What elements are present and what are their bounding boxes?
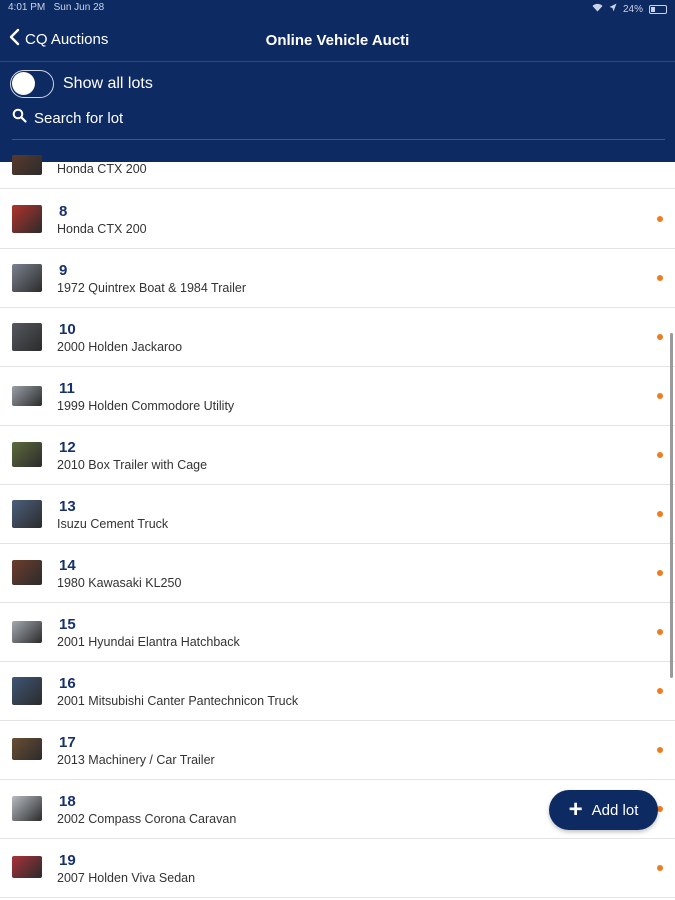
status-dot: [657, 275, 663, 281]
status-dot: [657, 393, 663, 399]
header-divider: [0, 61, 675, 62]
lot-row[interactable]: 17 2013 Machinery / Car Trailer: [0, 721, 675, 780]
lot-row[interactable]: 10 2000 Holden Jackaroo: [0, 308, 675, 367]
lot-thumbnail: [12, 442, 42, 467]
lot-title: Honda CTX 200: [57, 222, 147, 236]
lot-title: 1999 Holden Commodore Utility: [57, 399, 235, 413]
lot-thumbnail: [12, 323, 42, 351]
add-lot-button[interactable]: + Add lot: [549, 790, 658, 830]
lot-number: 18: [59, 793, 76, 810]
show-all-lots-row: Show all lots: [10, 70, 153, 98]
lot-row[interactable]: 13 Isuzu Cement Truck: [0, 485, 675, 544]
lot-title: 2000 Holden Jackaroo: [57, 340, 183, 354]
status-dot: [657, 747, 663, 753]
lot-thumbnail: [12, 560, 42, 585]
lot-row[interactable]: 14 1980 Kawasaki KL250: [0, 544, 675, 603]
lot-thumbnail: [12, 155, 42, 175]
status-bar: 4:01 PM Sun Jun 28 24%: [8, 2, 667, 16]
lot-row[interactable]: 9 1972 Quintrex Boat & 1984 Trailer: [0, 249, 675, 308]
lot-number: 13: [59, 498, 76, 515]
status-dot: [657, 452, 663, 458]
lot-number: 14: [59, 557, 76, 574]
lot-number: 17: [59, 734, 76, 751]
lot-title: 2007 Holden Viva Sedan: [57, 871, 196, 885]
lot-thumbnail: [12, 264, 42, 292]
lot-thumbnail: [12, 677, 42, 705]
search-icon: [12, 108, 27, 128]
lot-number: 9: [59, 262, 68, 279]
lot-number: 8: [59, 203, 68, 220]
lot-title: Isuzu Cement Truck: [57, 517, 169, 531]
show-all-lots-toggle[interactable]: [10, 70, 54, 98]
lot-number: 11: [59, 380, 75, 397]
lot-number: 12: [59, 439, 76, 456]
lot-row[interactable]: 19 2007 Holden Viva Sedan: [0, 839, 675, 898]
lot-number: 10: [59, 321, 76, 338]
filter-divider: [12, 139, 665, 140]
lot-row[interactable]: Honda CTX 200: [0, 150, 675, 189]
lot-title: 2001 Hyundai Elantra Hatchback: [57, 635, 240, 649]
show-all-lots-label: Show all lots: [63, 75, 153, 92]
app-header: 4:01 PM Sun Jun 28 24% CQ Auctions Onlin…: [0, 0, 675, 162]
lot-row[interactable]: 12 2010 Box Trailer with Cage: [0, 426, 675, 485]
navigation-bar: CQ Auctions Online Vehicle Aucti: [0, 22, 675, 60]
location-icon: [609, 3, 617, 15]
status-dot: [657, 570, 663, 576]
lot-title: 2001 Mitsubishi Canter Pantechnicon Truc…: [57, 694, 299, 708]
lot-thumbnail: [12, 500, 42, 528]
battery-icon: [649, 4, 667, 14]
lot-title: 2002 Compass Corona Caravan: [57, 812, 237, 826]
list-scrollbar[interactable]: [670, 333, 673, 678]
lot-row[interactable]: 15 2001 Hyundai Elantra Hatchback: [0, 603, 675, 662]
lot-title: 2010 Box Trailer with Cage: [57, 458, 208, 472]
lot-thumbnail: [12, 205, 42, 233]
status-dot: [657, 216, 663, 222]
search-for-lot-label: Search for lot: [34, 109, 124, 127]
lot-thumbnail: [12, 621, 42, 643]
lot-thumbnail: [12, 796, 42, 821]
lot-row[interactable]: 16 2001 Mitsubishi Canter Pantechnicon T…: [0, 662, 675, 721]
status-dot: [657, 629, 663, 635]
lot-number: 16: [59, 675, 76, 692]
lot-number: 15: [59, 616, 76, 633]
lot-title: 1980 Kawasaki KL250: [57, 576, 182, 590]
lot-list: Honda CTX 200 8 Honda CTX 200 9 1972 Qui…: [0, 150, 675, 900]
add-lot-label: Add lot: [591, 801, 639, 819]
battery-percent: 24%: [622, 3, 643, 15]
lot-title: 1972 Quintrex Boat & 1984 Trailer: [57, 281, 247, 295]
lot-row[interactable]: 8 Honda CTX 200: [0, 190, 675, 249]
lot-title: 2013 Machinery / Car Trailer: [57, 753, 215, 767]
status-date: Sun Jun 28: [53, 2, 105, 13]
status-time: 4:01 PM: [8, 2, 46, 13]
status-dot: [657, 865, 663, 871]
wifi-icon: [592, 3, 603, 15]
status-dot: [657, 688, 663, 694]
lot-thumbnail: [12, 738, 42, 760]
lot-title: Honda CTX 200: [57, 162, 147, 176]
search-for-lot-button[interactable]: Search for lot: [12, 108, 123, 128]
lot-row[interactable]: 11 1999 Holden Commodore Utility: [0, 367, 675, 426]
status-dot: [657, 334, 663, 340]
lot-number: 19: [59, 852, 76, 869]
lot-thumbnail: [12, 386, 42, 406]
lot-thumbnail: [12, 856, 42, 878]
plus-icon: +: [568, 796, 583, 823]
page-title: Online Vehicle Aucti: [265, 32, 410, 49]
status-dot: [657, 511, 663, 517]
